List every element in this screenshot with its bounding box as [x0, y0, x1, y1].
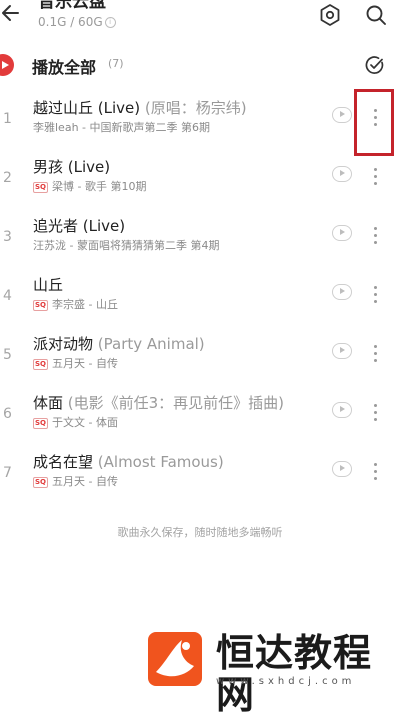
more-options-icon[interactable]: [366, 342, 384, 364]
mv-play-icon[interactable]: [332, 107, 352, 123]
song-title-extra: (电影《前任3：再见前任》插曲): [63, 394, 285, 412]
song-title-extra: (Almost Famous): [93, 453, 224, 471]
song-title-main: 追光者 (Live): [33, 217, 126, 235]
song-title-main: 山丘: [33, 276, 64, 294]
song-index: 5: [3, 347, 12, 363]
song-artist-album: 梁博 - 歌手 第10期: [52, 180, 147, 193]
song-title: 越过山丘 (Live) (原唱：杨宗纬): [33, 97, 247, 119]
song-subtitle: SQ 于文文 - 体面: [33, 416, 118, 430]
back-arrow-icon[interactable]: [0, 0, 26, 28]
song-artist-album: 李雅leah - 中国新歌声第二季 第6期: [33, 121, 210, 134]
song-title-main: 体面: [33, 394, 64, 412]
song-index: 4: [3, 288, 12, 304]
song-artist-album: 五月天 - 自传: [52, 475, 118, 488]
mv-play-icon[interactable]: [332, 343, 352, 359]
song-subtitle: SQ 五月天 - 自传: [33, 357, 118, 371]
search-icon[interactable]: [364, 3, 388, 27]
song-title: 山丘: [33, 274, 63, 296]
song-artist-album: 汪苏泷 - 蒙面唱将猜猜猜第二季 第4期: [33, 239, 220, 252]
song-index: 6: [3, 406, 12, 422]
gear-icon[interactable]: [318, 3, 342, 27]
more-options-icon[interactable]: [366, 460, 384, 482]
sq-badge: SQ: [33, 358, 48, 370]
song-row[interactable]: 5 派对动物 (Party Animal) SQ 五月天 - 自传: [0, 333, 400, 392]
header: 音乐云盘 0.1G / 60G i: [0, 0, 400, 44]
more-options-icon[interactable]: [366, 165, 384, 187]
mv-play-icon[interactable]: [332, 166, 352, 182]
song-subtitle: SQ 李宗盛 - 山丘: [33, 298, 118, 312]
storage-usage: 0.1G / 60G i: [38, 14, 116, 30]
song-row[interactable]: 4 山丘 SQ 李宗盛 - 山丘: [0, 274, 400, 333]
sq-badge: SQ: [33, 181, 48, 193]
more-options-icon[interactable]: [366, 283, 384, 305]
more-options-icon[interactable]: [366, 224, 384, 246]
song-row[interactable]: 6 体面 (电影《前任3：再见前任》插曲) SQ 于文文 - 体面: [0, 392, 400, 451]
song-index: 7: [3, 465, 12, 481]
song-row[interactable]: 1 越过山丘 (Live) (原唱：杨宗纬) 李雅leah - 中国新歌声第二季…: [0, 97, 400, 156]
song-subtitle: 汪苏泷 - 蒙面唱将猜猜猜第二季 第4期: [33, 239, 219, 253]
more-options-icon[interactable]: [366, 401, 384, 423]
song-artist-album: 五月天 - 自传: [52, 357, 118, 370]
song-subtitle: SQ 梁博 - 歌手 第10期: [33, 180, 146, 194]
song-title: 派对动物 (Party Animal): [33, 333, 205, 355]
song-row[interactable]: 3 追光者 (Live) 汪苏泷 - 蒙面唱将猜猜猜第二季 第4期: [0, 215, 400, 274]
song-title-extra: (原唱：杨宗纬): [140, 99, 247, 117]
watermark-logo: [148, 632, 202, 686]
storage-text: 0.1G / 60G: [38, 15, 103, 29]
page-title: 音乐云盘: [38, 0, 106, 12]
song-title-main: 派对动物: [33, 335, 94, 353]
multi-select-icon[interactable]: [364, 54, 386, 76]
song-artist-album: 李宗盛 - 山丘: [52, 298, 118, 311]
song-title-main: 越过山丘 (Live): [33, 99, 141, 117]
highlight-box: [354, 89, 394, 156]
sq-badge: SQ: [33, 299, 48, 311]
song-index: 2: [3, 170, 12, 186]
song-title: 成名在望 (Almost Famous): [33, 451, 224, 473]
song-artist-album: 于文文 - 体面: [52, 416, 118, 429]
title-block: 音乐云盘 0.1G / 60G i: [38, 0, 116, 30]
play-all-label: 播放全部: [32, 58, 97, 77]
play-icon[interactable]: [0, 54, 14, 76]
song-count: (7): [108, 57, 124, 70]
watermark-text: 恒达教程网: [216, 631, 373, 717]
song-title: 男孩 (Live): [33, 156, 110, 178]
song-title-extra: (Party Animal): [93, 335, 205, 353]
song-index: 3: [3, 229, 12, 245]
song-title-main: 成名在望: [33, 453, 94, 471]
mv-play-icon[interactable]: [332, 402, 352, 418]
song-subtitle: SQ 五月天 - 自传: [33, 475, 118, 489]
mv-play-icon[interactable]: [332, 461, 352, 477]
song-subtitle: 李雅leah - 中国新歌声第二季 第6期: [33, 121, 210, 135]
song-row[interactable]: 7 成名在望 (Almost Famous) SQ 五月天 - 自传: [0, 451, 400, 510]
watermark-url: www.sxhdcj.com: [216, 676, 356, 687]
mv-play-icon[interactable]: [332, 225, 352, 241]
info-icon[interactable]: i: [104, 16, 116, 28]
mv-play-icon[interactable]: [332, 284, 352, 300]
song-row[interactable]: 2 男孩 (Live) SQ 梁博 - 歌手 第10期: [0, 156, 400, 215]
footer-note: 歌曲永久保存，随时随地多端畅听: [117, 526, 283, 539]
song-title: 体面 (电影《前任3：再见前任》插曲): [33, 392, 284, 414]
play-all-row[interactable]: 播放全部 (7): [0, 48, 400, 82]
song-title-main: 男孩 (Live): [33, 158, 111, 176]
song-index: 1: [3, 111, 12, 127]
song-title: 追光者 (Live): [33, 215, 125, 237]
sq-badge: SQ: [33, 417, 48, 429]
sq-badge: SQ: [33, 476, 48, 488]
